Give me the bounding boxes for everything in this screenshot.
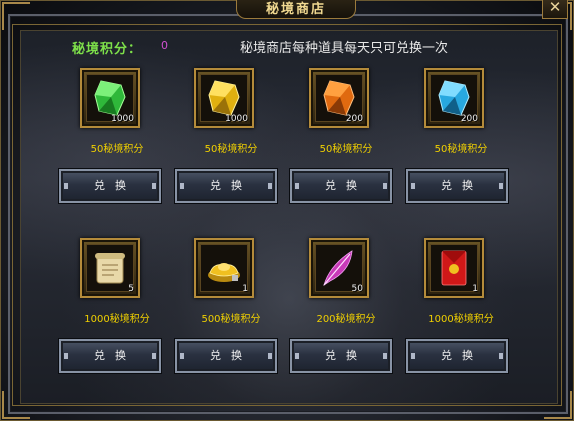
item-slot[interactable]: 1000 — [194, 68, 254, 128]
item-price: 500秘境积分 — [201, 314, 261, 325]
item-quantity: 200 — [460, 114, 478, 124]
item-price: 1000秘境积分 — [84, 314, 150, 325]
exchange-button[interactable]: 兑换 — [406, 169, 508, 203]
item-quantity: 1000 — [111, 114, 134, 124]
item-slot[interactable]: 200 — [309, 68, 369, 128]
points-value: 0 — [161, 39, 168, 52]
exchange-button[interactable]: 兑换 — [59, 339, 161, 373]
exchange-button[interactable]: 兑换 — [59, 169, 161, 203]
item-slot[interactable]: 1000 — [80, 68, 140, 128]
item-quantity: 1 — [242, 284, 248, 294]
shop-notice: 秘境商店每种道具每天只可兑换一次 — [240, 41, 449, 56]
item-price: 50秘境积分 — [204, 144, 258, 155]
scroll-icon — [95, 253, 125, 284]
item-quantity: 5 — [128, 284, 134, 294]
item-price: 50秘境积分 — [90, 144, 144, 155]
exchange-button[interactable]: 兑换 — [290, 339, 392, 373]
item-quantity: 1000 — [225, 114, 248, 124]
secret-shop-window: 秘境商店 ✕ 秘境积分： 0 秘境商店每种道具每天只可兑换一次 1000 50秘… — [0, 0, 574, 421]
item-slot[interactable]: 1 — [424, 238, 484, 298]
title-bar: 秘境商店 — [236, 0, 356, 19]
close-icon: ✕ — [548, 0, 562, 16]
item-price: 200秘境积分 — [316, 314, 376, 325]
gold-ingot-icon — [208, 263, 240, 282]
exchange-button[interactable]: 兑换 — [175, 169, 277, 203]
item-slot[interactable]: 200 — [424, 68, 484, 128]
red-envelope-icon — [441, 250, 467, 286]
exchange-button[interactable]: 兑换 — [175, 339, 277, 373]
exchange-button[interactable]: 兑换 — [406, 339, 508, 373]
item-quantity: 200 — [345, 114, 363, 124]
points-label: 秘境积分： — [72, 42, 143, 57]
item-price: 1000秘境积分 — [428, 314, 494, 325]
exchange-button[interactable]: 兑换 — [290, 169, 392, 203]
item-price: 50秘境积分 — [434, 144, 488, 155]
item-price: 50秘境积分 — [319, 144, 373, 155]
item-quantity: 50 — [351, 284, 363, 294]
item-quantity: 1 — [472, 284, 478, 294]
close-button[interactable]: ✕ — [542, 0, 568, 19]
corner-ornament — [2, 2, 30, 30]
window-title: 秘境商店 — [265, 2, 326, 17]
item-slot[interactable]: 5 — [80, 238, 140, 298]
item-slot[interactable]: 1 — [194, 238, 254, 298]
item-slot[interactable]: 50 — [309, 238, 369, 298]
